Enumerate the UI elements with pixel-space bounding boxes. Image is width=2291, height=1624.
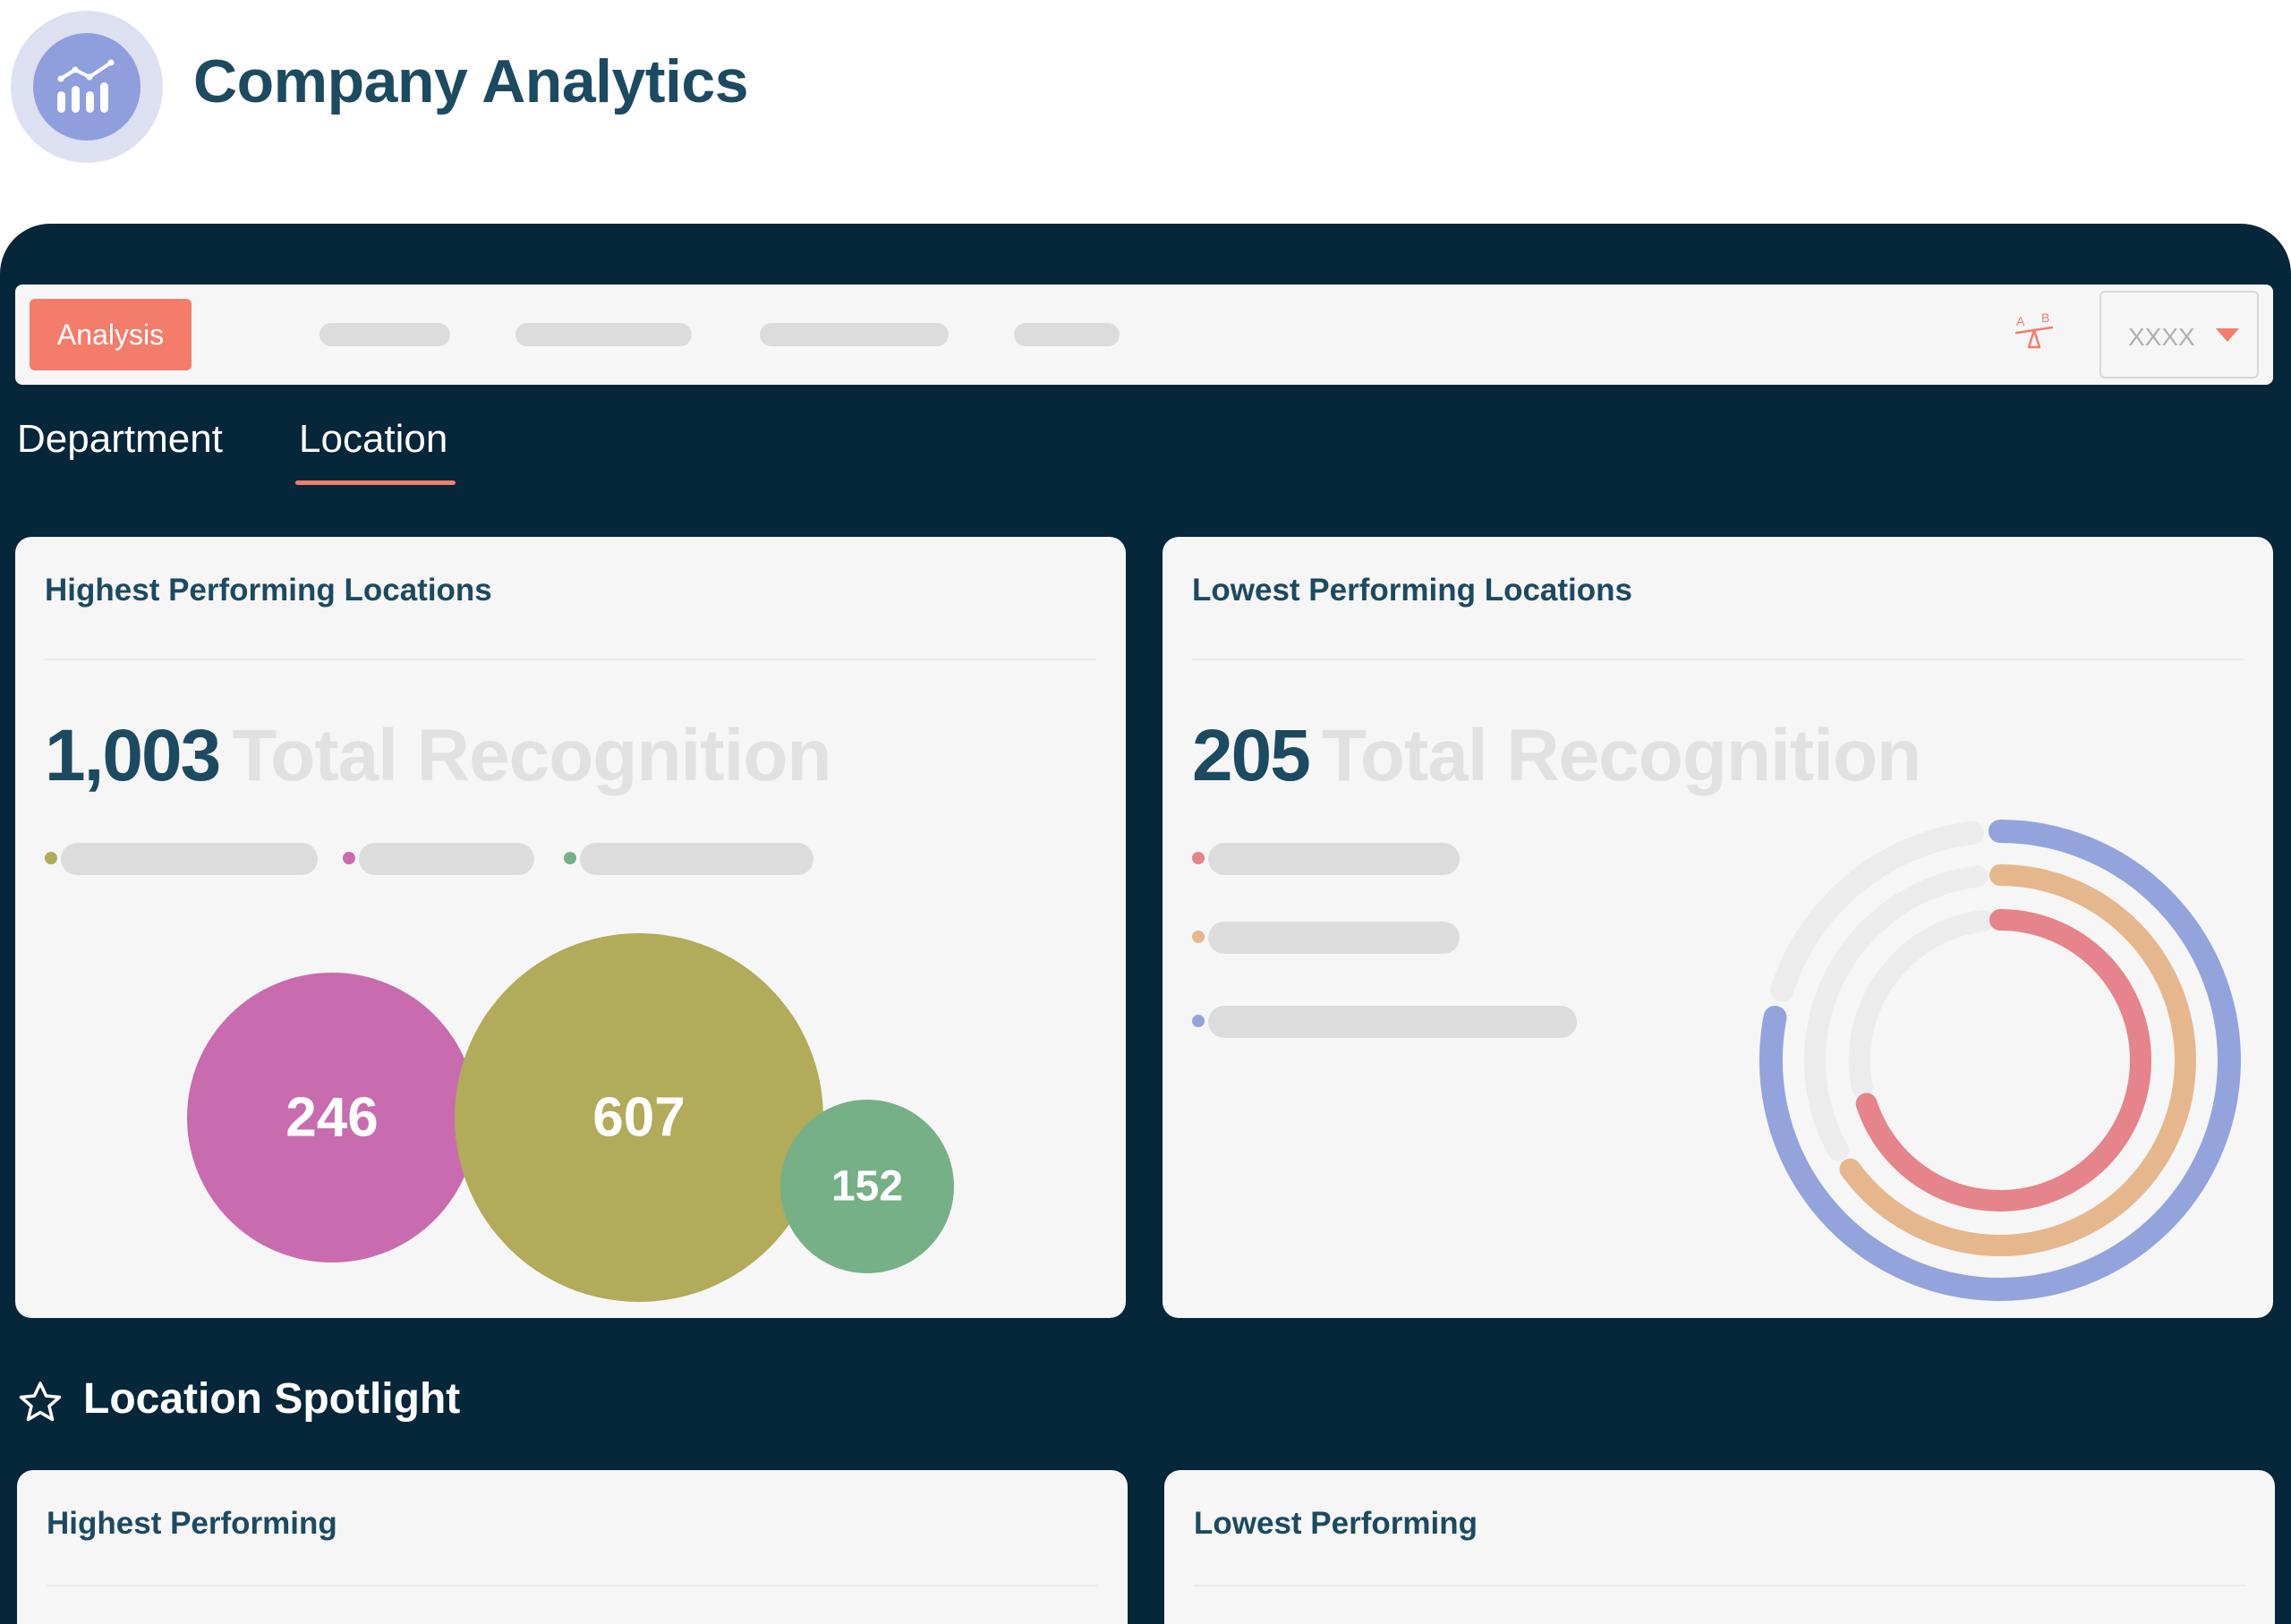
toolbar-nav-placeholder[interactable] [760, 323, 949, 346]
divider [1194, 1585, 2245, 1586]
active-tab-indicator [295, 480, 456, 485]
svg-text:A: A [2016, 314, 2025, 328]
star-icon [17, 1380, 64, 1426]
bar-chart-icon [33, 33, 141, 140]
toolbar-nav-placeholder[interactable] [1014, 323, 1120, 346]
radial-bar-chart [1759, 820, 2241, 1301]
toolbar-nav-placeholder[interactable] [515, 323, 692, 346]
dropdown-value: XXXX [2128, 323, 2195, 351]
bubble-chart: 246 607 152 [187, 933, 954, 1302]
chevron-down-icon [2216, 328, 2239, 342]
analysis-button[interactable]: Analysis [30, 299, 192, 370]
card-title: Highest Performing [47, 1506, 337, 1541]
lowest-locations-card: Lowest Performing Locations 205 Total Rec… [1163, 537, 2273, 1318]
bubble-value-label: 246 [285, 1087, 378, 1149]
app-header: Company Analytics [0, 0, 2291, 179]
app-logo [11, 11, 163, 163]
bubble-value-label: 152 [831, 1163, 903, 1211]
highest-performing-card: Highest Performing [17, 1470, 1128, 1624]
tab-location[interactable]: Location [299, 417, 447, 462]
section-title: Location Spotlight [83, 1375, 461, 1423]
ring-track [1849, 910, 1994, 1098]
analytics-panel: Analysis A B XXXX Department Location Hi… [0, 224, 2291, 1624]
highest-locations-card: Highest Performing Locations 1,003 Total … [15, 537, 1126, 1318]
toolbar: Analysis A B XXXX [15, 285, 2273, 385]
toolbar-nav-placeholder[interactable] [319, 323, 450, 346]
divider [47, 1585, 1098, 1586]
filter-dropdown[interactable]: XXXX [2099, 291, 2259, 378]
tab-department[interactable]: Department [17, 417, 223, 462]
ab-test-icon[interactable]: A B [2011, 310, 2057, 358]
bubble-value-label: 607 [592, 1087, 685, 1149]
card-title: Lowest Performing [1194, 1506, 1478, 1541]
app-title: Company Analytics [193, 47, 749, 115]
lowest-performing-card: Lowest Performing [1164, 1470, 2275, 1624]
svg-text:B: B [2041, 311, 2049, 325]
